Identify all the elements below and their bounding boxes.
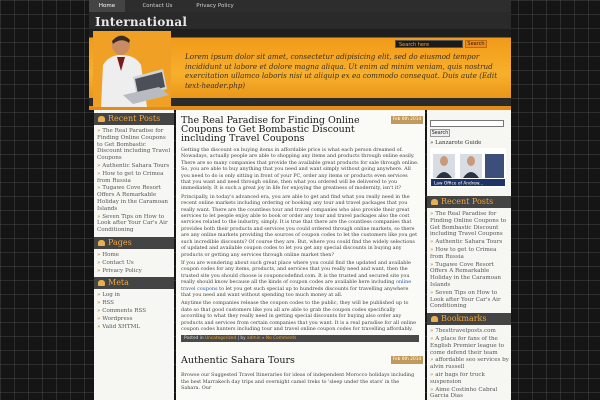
bookmarks-list: 7besttravelposts.com A place for fans of… <box>427 328 511 400</box>
list-item[interactable]: Home <box>97 252 172 259</box>
list-item[interactable]: A place for fans of the English Premier … <box>430 336 509 356</box>
list-item[interactable]: Comments RSS <box>97 308 172 315</box>
list-item[interactable]: Valid XHTML <box>97 324 172 331</box>
post-author-link[interactable]: admin <box>247 336 260 341</box>
post-paragraph: Principally, in today's advanced era, yo… <box>181 193 418 258</box>
list-item[interactable]: affordable seo services by alvin russell <box>430 357 509 371</box>
sidebar-search-input[interactable] <box>430 120 504 127</box>
list-item[interactable]: The Real Paradise for Finding Online Cou… <box>97 128 172 162</box>
recent-posts-widget-title: Recent Posts <box>427 196 511 208</box>
list-item[interactable]: Seven Tips on How to Look after Your Car… <box>430 290 509 310</box>
post-meta-bar: Posted in Uncategorized | by admin » No … <box>181 335 419 343</box>
main-content: Feb 6th 2014 The Real Paradise for Findi… <box>176 110 425 400</box>
header-search-input[interactable]: Search here <box>395 40 463 48</box>
site-title[interactable]: International <box>95 15 187 29</box>
post-meta-label: Posted in <box>184 336 204 342</box>
post-title[interactable]: The Real Paradise for Finding Online Cou… <box>181 116 381 144</box>
page: Home Contact Us Privacy Policy Internati… <box>0 0 600 400</box>
post-paragraph: Getting the discount on buying items in … <box>181 147 419 192</box>
list-item[interactable]: Authentic Sahara Tours <box>430 239 509 246</box>
sidebar-search-button[interactable]: Search <box>430 129 450 137</box>
list-item[interactable]: Authentic Sahara Tours <box>97 163 172 170</box>
recent-posts-list: The Real Paradise for Finding Online Cou… <box>427 211 511 310</box>
list-item[interactable]: How to get to Crimea from Russia <box>430 247 509 261</box>
guide-title[interactable]: Lanzarote Guide <box>435 140 481 146</box>
nav-contact-us[interactable]: Contact Us <box>135 0 180 12</box>
post-date-badge: Feb 6th 2014 <box>391 356 423 365</box>
site-wrapper: Home Contact Us Privacy Policy Internati… <box>89 0 511 400</box>
list-item[interactable]: Privacy Policy <box>97 268 172 275</box>
law-office-ad-image[interactable]: Law Office of Andrew... <box>430 148 506 188</box>
list-item[interactable]: RSS <box>97 300 172 307</box>
post-title[interactable]: Authentic Sahara Tours <box>181 356 381 366</box>
header-tagline: Lorem ipsum dolor sit amet, consectetur … <box>185 52 498 90</box>
list-item[interactable]: Log in <box>97 292 172 299</box>
post-paragraph: Anytime the companies release the coupon… <box>181 300 416 332</box>
right-sidebar: Search » Lanzarote Guide Law Office of A… <box>427 110 511 400</box>
post-text: If you are wondering about such great pl… <box>181 259 411 286</box>
law-office-caption: Law Office of Andrew... <box>434 181 483 187</box>
pages-widget-title: Pages <box>94 236 174 249</box>
list-item[interactable]: How to get to Crimea from Russia <box>97 171 172 185</box>
meta-list: Log in RSS Comments RSS Wordpress Valid … <box>94 292 174 330</box>
list-item[interactable]: Tugawe Cove Resort Offers A Remarkable H… <box>97 185 172 212</box>
post-paragraph: If you are wondering about such great pl… <box>181 260 419 298</box>
left-sidebar: Recent Posts The Real Paradise for Findi… <box>94 110 174 400</box>
post-meta-sep: | <box>237 336 239 342</box>
list-item[interactable]: Aime Costinho Cabral Garcia Dias <box>430 387 509 400</box>
list-item[interactable]: Seven Tips on How to Look after Your Car… <box>97 214 172 234</box>
recent-posts-list: The Real Paradise for Finding Online Cou… <box>94 128 174 234</box>
post-category-link[interactable]: Uncategorized <box>205 336 236 341</box>
meta-widget-title: Meta <box>94 277 174 290</box>
post-date-badge: Feb 6th 2014 <box>391 116 423 124</box>
post-meta-by: by <box>240 336 246 342</box>
list-item[interactable]: The Real Paradise for Finding Online Cou… <box>430 211 509 238</box>
list-item[interactable]: air bags for truck suspension <box>430 372 509 386</box>
site-header: International HostedCricket.com <box>89 12 511 35</box>
header-banner: Search here Search Lorem ipsum dolor sit… <box>89 29 511 110</box>
post-article: Feb 6th 2014 Authentic Sahara Tours Brow… <box>176 344 425 395</box>
guide-heading: » Lanzarote Guide <box>430 140 482 146</box>
header-search-button[interactable]: Search <box>465 40 487 48</box>
nav-privacy-policy[interactable]: Privacy Policy <box>189 0 241 12</box>
post-comments-link[interactable]: No Comments <box>266 336 297 341</box>
bookmarks-widget-title: Bookmarks <box>427 313 511 326</box>
list-item[interactable]: 7besttravelposts.com <box>430 328 509 335</box>
post-meta-sep: » <box>261 336 265 342</box>
recent-posts-widget-title: Recent Posts <box>94 113 174 125</box>
list-item[interactable]: Wordpress <box>97 316 172 323</box>
pages-list: Home Contact Us Privacy Policy <box>94 252 174 274</box>
post-article: Feb 6th 2014 The Real Paradise for Findi… <box>176 110 425 344</box>
post-paragraph: Browse our Suggested Travel Itineraries … <box>181 372 415 392</box>
list-item[interactable]: Contact Us <box>97 260 172 267</box>
man-with-laptop-image <box>93 31 171 107</box>
nav-home[interactable]: Home <box>89 0 125 12</box>
list-item[interactable]: Tugawe Cove Resort Offers A Remarkable H… <box>430 262 509 289</box>
